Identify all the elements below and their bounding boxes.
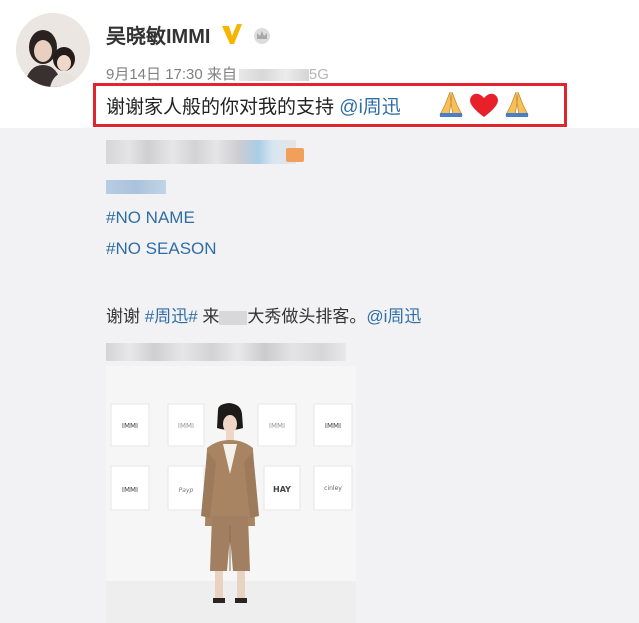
verified-badge-icon xyxy=(222,24,242,44)
source-tail: 5G xyxy=(308,66,329,83)
mention-link[interactable]: @i周迅 xyxy=(339,97,401,118)
thanks-prefix: 谢谢 xyxy=(106,307,145,326)
panel-text: IMMI xyxy=(178,422,194,430)
blurred-caption xyxy=(106,343,346,361)
blurred-word xyxy=(219,310,248,325)
folded-hands-icon xyxy=(505,91,529,117)
avatar[interactable] xyxy=(16,13,90,87)
blurred-text-line xyxy=(106,140,296,164)
post-text: 谢谢家人般的你对我的支持 @i周迅 xyxy=(106,92,401,119)
panel-text: IMMI xyxy=(122,486,138,494)
panel-text: cinley xyxy=(324,485,342,492)
hashtag-no-name[interactable]: #NO NAME xyxy=(106,208,195,228)
hashtag-no-season[interactable]: #NO SEASON xyxy=(106,239,217,259)
panel-text: IMMI xyxy=(269,422,285,430)
folded-hands-icon xyxy=(439,91,463,117)
thanks-line: 谢谢 #周迅# 来 大秀做头排客。@i周迅 xyxy=(106,302,421,327)
user-name[interactable]: 吴晓敏IMMI xyxy=(106,20,210,49)
post-timestamp[interactable]: 9月14日 17:30 xyxy=(106,66,203,83)
blurred-link-icon xyxy=(286,148,304,162)
thanks-suffix: 大秀做头排客。 xyxy=(247,307,367,326)
source-blurred xyxy=(238,69,309,82)
thanks-middle: 来 xyxy=(197,307,220,326)
panel-text: IMMI xyxy=(325,422,341,430)
panel-text: IMMI xyxy=(122,422,138,430)
panel-text: HAY xyxy=(273,485,291,494)
post-image[interactable]: IMMI IMMI IMMI IMMI IMMI Payp HAY cinley xyxy=(106,366,356,623)
thanks-mention-link[interactable]: @i周迅 xyxy=(366,307,421,326)
post-meta: 9月14日 17:30 来自 5G xyxy=(106,63,329,84)
blurred-link xyxy=(106,180,166,194)
panel-text: Payp xyxy=(179,487,194,494)
red-heart-icon xyxy=(470,93,498,117)
crown-icon xyxy=(254,28,270,44)
topic-link[interactable]: #周迅# xyxy=(145,307,198,326)
post-text-body: 谢谢家人般的你对我的支持 xyxy=(106,97,340,118)
source-label: 来自 xyxy=(206,66,237,83)
emoji-group xyxy=(439,91,529,117)
